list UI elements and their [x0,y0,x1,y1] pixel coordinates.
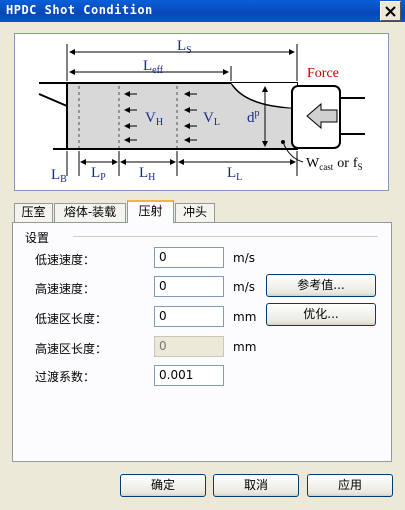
low-speed-unit: m/s [233,251,255,265]
high-speed-length-unit: mm [233,340,257,354]
leff-label: L [143,58,152,74]
tab-chamber[interactable]: 压室 [14,203,53,222]
shot-diagram-panel: LS Leff VH VL dp LB LP LH LL Wcast or fS F… [14,33,389,191]
tab-plunger[interactable]: 冲头 [175,203,215,222]
high-speed-input[interactable]: 0 [154,276,224,297]
tab-injection[interactable]: 压射 [127,200,174,223]
high-speed-unit: m/s [233,280,255,294]
svg-text:Leff: Leff [143,58,164,76]
ll-label: L [227,165,236,181]
reference-value-button[interactable]: 参考值... [266,274,376,297]
lp-label: L [91,165,100,181]
close-icon [385,5,396,17]
svg-text:LB: LB [51,167,67,185]
high-speed-length-input: 0 [154,336,224,357]
low-speed-input[interactable]: 0 [154,247,224,268]
title-bar: HPDC Shot Condition [0,0,405,22]
transition-coefficient-label: 过渡系数： [35,370,96,384]
cancel-button[interactable]: 取消 [213,474,299,497]
lh-label: L [139,165,148,181]
optimize-button[interactable]: 优化... [266,303,376,326]
svg-text:WcastorfS: Wcast or fS [306,156,363,172]
apply-button[interactable]: 应用 [307,474,393,497]
lb-label: L [51,167,60,183]
ok-button[interactable]: 确定 [120,474,206,497]
settings-panel: 设置 低速速度： 0 m/s 高速速度： 0 m/s 参考值... 低速区长度：… [12,222,392,462]
tab-melt-loading[interactable]: 熔体-装载 [54,203,126,222]
group-divider [73,236,378,237]
svg-text:LP: LP [91,165,106,183]
svg-text:LS: LS [177,38,192,56]
group-label: 设置 [25,231,50,245]
ls-label: L [177,38,186,54]
force-label: Force [307,66,339,81]
close-button[interactable] [380,1,401,21]
shot-sleeve-diagram: LS Leff VH VL dp LB LP LH LL Wcast or fS F… [38,38,365,185]
w-label: W [306,156,320,171]
high-speed-label: 高速速度： [35,282,96,296]
svg-text:LL: LL [227,165,242,183]
window-title: HPDC Shot Condition [6,3,153,17]
vh-label: V [145,110,156,126]
high-speed-length-label: 高速区长度： [35,342,108,356]
transition-coefficient-input[interactable]: 0.001 [154,365,224,386]
low-speed-length-input[interactable]: 0 [154,306,224,327]
vl-label: V [203,110,214,126]
low-speed-length-label: 低速区长度： [35,312,108,326]
low-speed-label: 低速速度： [35,253,96,267]
low-speed-length-unit: mm [233,310,257,324]
svg-text:LH: LH [139,165,155,183]
